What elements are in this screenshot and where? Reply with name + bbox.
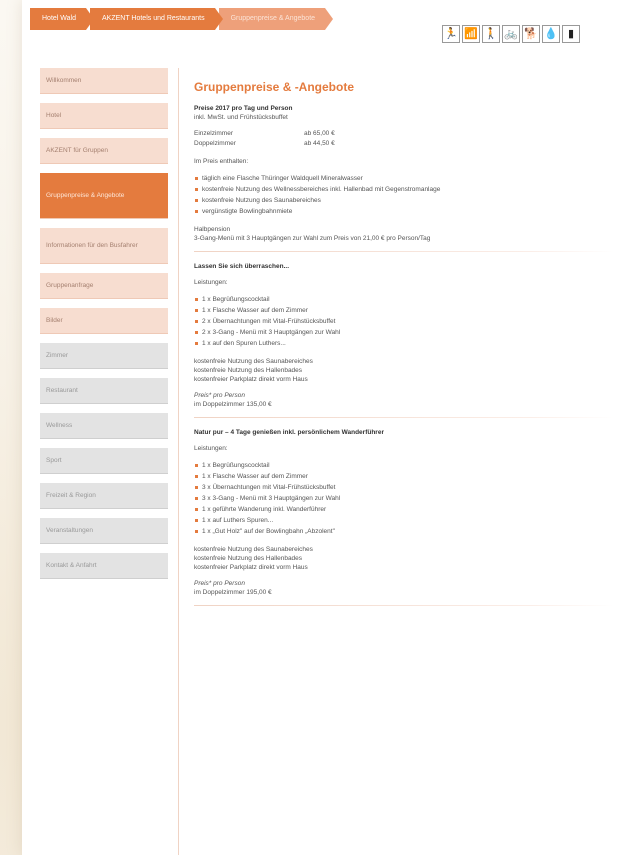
dog-icon[interactable]: 🐕 (522, 25, 540, 43)
page-title: Gruppenpreise & -Angebote (194, 80, 355, 94)
extra-item: kostenfreie Nutzung des Saunabereiches (194, 358, 313, 365)
bicycle-icon[interactable]: 🚲 (502, 25, 520, 43)
services-label: Leistungen: (194, 279, 228, 286)
sidebar-item-gruppenanfrage[interactable]: Gruppenanfrage (40, 273, 168, 299)
sidebar-item-willkommen[interactable]: Willkommen (40, 68, 168, 94)
list-item: täglich eine Flasche Thüringer Waldquell… (194, 173, 614, 184)
list-item: kostenfreie Nutzung des Saunabereiches (194, 195, 614, 206)
list-item: 1 x „Gut Holz" auf der Bowlingbahn „Abzo… (194, 526, 614, 537)
sidebar-item-kontakt[interactable]: Kontakt & Anfahrt (40, 553, 168, 579)
halfboard-text: 3-Gang-Menü mit 3 Hauptgängen zur Wahl z… (194, 235, 431, 242)
sidebar-item-restaurant[interactable]: Restaurant (40, 378, 168, 404)
offer-title: Lassen Sie sich überraschen... (194, 263, 290, 270)
wifi-icon[interactable]: 📶 (462, 25, 480, 43)
extra-item: kostenfreie Nutzung des Hallenbades (194, 367, 303, 374)
sidebar-item-veranstaltungen[interactable]: Veranstaltungen (40, 518, 168, 544)
price-value: im Doppelzimmer 195,00 € (194, 589, 272, 596)
halfboard-label: Halbpension (194, 226, 231, 233)
price-table: Einzelzimmer ab 65,00 € Doppelzimmer ab … (194, 129, 614, 149)
list-item: 1 x auf den Spuren Luthers... (194, 338, 614, 349)
sidebar-item-hotel[interactable]: Hotel (40, 103, 168, 129)
breadcrumb-item-home[interactable]: Hotel Wald (30, 8, 94, 30)
sidebar-item-wellness[interactable]: Wellness (40, 413, 168, 439)
sidebar-item-freizeit[interactable]: Freizeit & Region (40, 483, 168, 509)
included-list: täglich eine Flasche Thüringer Waldquell… (194, 173, 614, 217)
breadcrumb: Hotel Wald AKZENT Hotels und Restaurants… (30, 8, 334, 30)
hiking-icon[interactable]: 🚶 (482, 25, 500, 43)
extra-icon[interactable]: ▮ (562, 25, 580, 43)
list-item: 1 x geführte Wanderung inkl. Wanderführe… (194, 504, 614, 515)
main-content: Gruppenpreise & -Angebote Preise 2017 pr… (194, 80, 614, 616)
breadcrumb-item-akzent[interactable]: AKZENT Hotels und Restaurants (89, 8, 223, 30)
list-item: 1 x Flasche Wasser auf dem Zimmer (194, 305, 614, 316)
services-list: 1 x Begrüßungscocktail 1 x Flasche Wasse… (194, 460, 614, 537)
sidebar-item-gruppenpreise[interactable]: Gruppenpreise & Angebote (40, 173, 168, 219)
prices-heading: Preise 2017 pro Tag und Person (194, 105, 293, 112)
sidebar-item-gruppen[interactable]: AKZENT für Gruppen (40, 138, 168, 164)
offer-title: Natur pur – 4 Tage genießen inkl. persön… (194, 429, 384, 436)
sidebar-item-bilder[interactable]: Bilder (40, 308, 168, 334)
list-item: 3 x Übernachtungen mit Vital-Frühstücksb… (194, 482, 614, 493)
price-row: Doppelzimmer ab 44,50 € (194, 139, 614, 149)
list-item: 1 x Flasche Wasser auf dem Zimmer (194, 471, 614, 482)
list-item: 2 x Übernachtungen mit Vital-Frühstücksb… (194, 316, 614, 327)
list-item: 1 x Begrüßungscocktail (194, 460, 614, 471)
section-divider (194, 251, 614, 252)
price-value: ab 44,50 € (304, 140, 335, 147)
list-item: 1 x Begrüßungscocktail (194, 294, 614, 305)
page-container: Hotel Wald AKZENT Hotels und Restaurants… (22, 0, 622, 855)
amenity-icons: 🏃 📶 🚶 🚲 🐕 💧 ▮ (442, 25, 580, 43)
extra-item: kostenfreier Parkplatz direkt vorm Haus (194, 376, 308, 383)
price-value: ab 65,00 € (304, 130, 335, 137)
extra-item: kostenfreier Parkplatz direkt vorm Haus (194, 564, 308, 571)
breadcrumb-item-current: Gruppenpreise & Angebote (218, 8, 334, 30)
extras-list: kostenfreie Nutzung des Saunabereiches k… (194, 545, 614, 572)
list-item: kostenfreie Nutzung des Wellnessbereiche… (194, 184, 614, 195)
section-divider (194, 605, 614, 606)
services-label: Leistungen: (194, 445, 228, 452)
section-divider (194, 417, 614, 418)
price-label: Preis* pro Person (194, 580, 245, 587)
price-row: Einzelzimmer ab 65,00 € (194, 129, 614, 139)
list-item: vergünstigte Bowlingbahnmiete (194, 206, 614, 217)
list-item: 3 x 3-Gang - Menü mit 3 Hauptgängen zur … (194, 493, 614, 504)
price-label: Einzelzimmer (194, 130, 234, 137)
list-item: 1 x auf Luthers Spuren... (194, 515, 614, 526)
sidebar-divider (178, 68, 179, 855)
price-value: im Doppelzimmer 135,00 € (194, 401, 272, 408)
extra-item: kostenfreie Nutzung des Saunabereiches (194, 546, 313, 553)
extras-list: kostenfreie Nutzung des Saunabereiches k… (194, 357, 614, 384)
extra-item: kostenfreie Nutzung des Hallenbades (194, 555, 303, 562)
water-drop-icon[interactable]: 💧 (542, 25, 560, 43)
prices-subheading: inkl. MwSt. und Frühstücksbuffet (194, 114, 288, 121)
included-label: Im Preis enthalten: (194, 158, 249, 165)
price-label: Preis* pro Person (194, 392, 245, 399)
sidebar-nav: Willkommen Hotel AKZENT für Gruppen Grup… (40, 68, 170, 588)
services-list: 1 x Begrüßungscocktail 1 x Flasche Wasse… (194, 294, 614, 349)
sidebar-item-zimmer[interactable]: Zimmer (40, 343, 168, 369)
list-item: 2 x 3-Gang - Menü mit 3 Hauptgängen zur … (194, 327, 614, 338)
sidebar-item-sport[interactable]: Sport (40, 448, 168, 474)
sidebar-item-busfahrer[interactable]: Informationen für den Busfahrer (40, 228, 168, 264)
price-label: Doppelzimmer (194, 140, 236, 147)
running-icon[interactable]: 🏃 (442, 25, 460, 43)
